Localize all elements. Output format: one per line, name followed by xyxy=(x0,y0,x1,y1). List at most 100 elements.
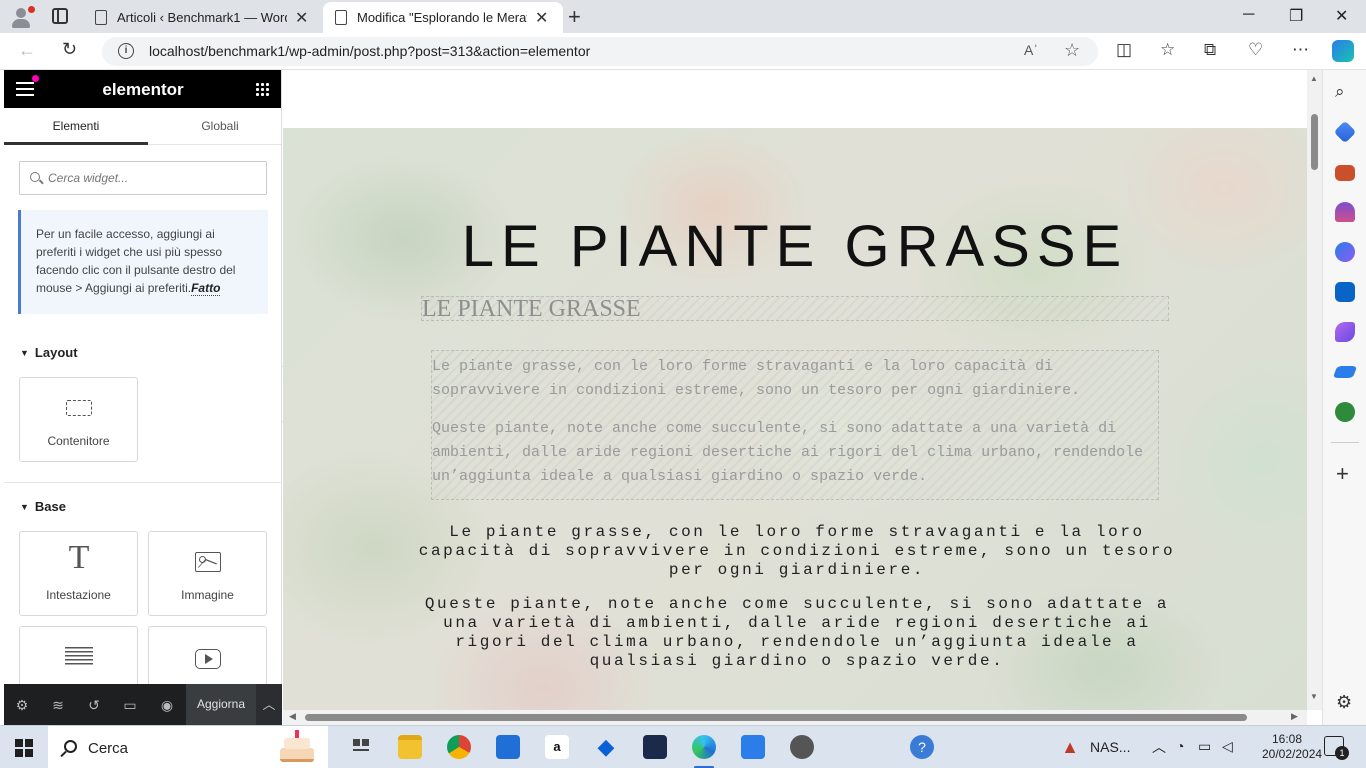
wifi-icon[interactable]: ◔ xyxy=(1176,738,1184,754)
browser-tab-strip: Articoli ‹ Benchmark1 — WordPress ✕ Modi… xyxy=(0,0,1366,33)
scroll-up-icon[interactable]: ▲ xyxy=(1310,74,1318,83)
horizontal-scroll-thumb[interactable] xyxy=(305,714,1247,721)
preview-canvas: LE PIANTE GRASSE LE PIANTE GRASSE Le pia… xyxy=(283,70,1307,710)
widget-contenitore[interactable]: Contenitore xyxy=(19,377,138,462)
mail-icon[interactable] xyxy=(741,735,765,759)
tab-articoli[interactable]: Articoli ‹ Benchmark1 — WordPress ✕ xyxy=(83,2,321,33)
tab-actions-icon[interactable] xyxy=(52,8,68,24)
section-layout-toggle[interactable]: ▼ Layout xyxy=(20,345,78,360)
file-explorer-icon[interactable] xyxy=(398,735,422,759)
elementor-panel: elementor Elementi Globali Per un facile… xyxy=(4,70,282,725)
history-icon[interactable]: ↺ xyxy=(86,697,102,713)
widget-search-input[interactable] xyxy=(48,168,258,188)
sidebar-settings-gear-icon[interactable]: ⚙ xyxy=(1336,692,1352,713)
edge-icon[interactable] xyxy=(692,735,716,759)
shopping-tag-icon[interactable] xyxy=(1333,120,1357,144)
more-menu-icon[interactable]: ⋯ xyxy=(1292,40,1309,60)
maximize-button[interactable]: ❐ xyxy=(1289,6,1303,26)
designer-icon[interactable] xyxy=(1335,322,1355,342)
search-icon[interactable]: ⌕ xyxy=(1335,82,1355,102)
widget-video[interactable] xyxy=(148,626,267,686)
preview-eye-icon[interactable]: ◉ xyxy=(159,697,175,713)
horizontal-scrollbar[interactable]: ◀ ▶ xyxy=(283,710,1307,725)
hero-section[interactable]: LE PIANTE GRASSE LE PIANTE GRASSE Le pia… xyxy=(283,128,1307,710)
birthday-cake-icon[interactable] xyxy=(274,730,320,766)
tree-icon[interactable] xyxy=(1335,402,1355,422)
favorite-star-icon[interactable]: ☆ xyxy=(1064,40,1080,61)
microsoft365-icon[interactable] xyxy=(1335,242,1355,262)
scroll-right-icon[interactable]: ▶ xyxy=(1291,711,1298,722)
show-hidden-icons-chevron-icon[interactable]: ︿ xyxy=(1152,737,1166,757)
section-base-toggle[interactable]: ▼ Base xyxy=(20,499,66,514)
tab-title: Articoli ‹ Benchmark1 — WordPress xyxy=(117,10,287,25)
placeholder-heading[interactable]: LE PIANTE GRASSE xyxy=(421,296,1169,321)
scroll-left-icon[interactable]: ◀ xyxy=(289,711,296,722)
placeholder-paragraph: Le piante grasse, con le loro forme stra… xyxy=(432,358,1081,399)
dropbox-icon[interactable]: ◆ xyxy=(594,735,618,759)
tab-elementi[interactable]: Elementi xyxy=(4,119,148,133)
scroll-down-icon[interactable]: ▼ xyxy=(1310,692,1318,701)
powershell-icon[interactable] xyxy=(643,735,667,759)
windows-start-icon[interactable] xyxy=(15,739,33,757)
placeholder-text[interactable]: Le piante grasse, con le loro forme stra… xyxy=(431,350,1159,500)
copilot-icon[interactable] xyxy=(1332,40,1354,62)
image-icon xyxy=(195,552,221,572)
widgets-grid-icon[interactable] xyxy=(255,82,269,96)
help-icon[interactable]: ? xyxy=(910,735,934,759)
hero-heading[interactable]: LE PIANTE GRASSE xyxy=(283,213,1307,280)
tab-modifica[interactable]: Modifica "Esplorando le Meraviglie ✕ xyxy=(323,2,563,33)
responsive-mode-icon[interactable]: ▭ xyxy=(122,697,138,713)
clock[interactable]: 16:08 20/02/2024 xyxy=(1262,732,1322,762)
task-view-icon[interactable] xyxy=(349,735,373,759)
battery-icon[interactable]: ▭ xyxy=(1198,738,1211,755)
minimize-button[interactable]: ─ xyxy=(1243,6,1254,24)
github-icon[interactable] xyxy=(790,735,814,759)
microsoft-store-icon[interactable] xyxy=(496,735,520,759)
read-aloud-icon[interactable]: Aʾ xyxy=(1024,42,1038,58)
vertical-scroll-thumb[interactable] xyxy=(1311,114,1318,170)
widget-intestazione[interactable]: T Intestazione xyxy=(19,531,138,616)
settings-gear-icon[interactable]: ⚙ xyxy=(14,697,30,713)
outlook-icon[interactable] xyxy=(1335,282,1355,302)
body-paragraph[interactable]: Le piante grasse, con le loro forme stra… xyxy=(411,523,1183,580)
split-screen-icon[interactable]: ◫ xyxy=(1116,40,1132,60)
close-window-button[interactable]: ✕ xyxy=(1335,6,1348,26)
vertical-scrollbar[interactable]: ▲ ▼ xyxy=(1307,70,1322,710)
clock-time: 16:08 xyxy=(1271,732,1303,746)
add-sidebar-app-icon[interactable]: + xyxy=(1336,461,1349,487)
volume-icon[interactable]: ◁ xyxy=(1222,738,1233,755)
chrome-icon[interactable] xyxy=(447,735,471,759)
widget-editor-testo[interactable] xyxy=(19,626,138,686)
update-button[interactable]: Aggiorna xyxy=(186,684,256,725)
profile-avatar-icon[interactable] xyxy=(8,4,35,30)
nas-tray-label[interactable]: NAS... xyxy=(1090,739,1130,755)
panel-tabs: Elementi Globali xyxy=(4,108,281,145)
tools-briefcase-icon[interactable] xyxy=(1335,165,1355,181)
browser-essentials-icon[interactable]: ♡ xyxy=(1248,40,1263,60)
favorites-icon[interactable]: ☆ xyxy=(1160,40,1175,60)
url-field[interactable]: i localhost/benchmark1/wp-admin/post.php… xyxy=(102,37,1098,66)
site-info-icon[interactable]: i xyxy=(118,43,134,59)
tab-close-icon[interactable]: ✕ xyxy=(535,8,548,28)
update-options-chevron-icon[interactable]: ︿ xyxy=(256,684,282,725)
favorites-notice: Per un facile accesso, aggiungi ai prefe… xyxy=(18,210,268,314)
collections-icon[interactable]: ⧉ xyxy=(1204,40,1216,60)
url-text[interactable]: localhost/benchmark1/wp-admin/post.php?p… xyxy=(149,43,590,59)
video-icon xyxy=(195,649,221,669)
tab-globali[interactable]: Globali xyxy=(148,119,292,133)
back-arrow-icon[interactable]: ← xyxy=(18,40,36,61)
widget-search xyxy=(19,161,267,195)
page-icon xyxy=(335,10,347,25)
games-icon[interactable] xyxy=(1335,202,1355,222)
widget-label: Intestazione xyxy=(46,588,111,602)
send-icon[interactable] xyxy=(1332,366,1358,378)
widget-immagine[interactable]: Immagine xyxy=(148,531,267,616)
nas-app-icon[interactable]: ▲ xyxy=(1058,735,1082,759)
notice-done-link[interactable]: Fatto xyxy=(191,281,221,296)
navigator-layers-icon[interactable]: ≋ xyxy=(50,697,66,713)
tab-close-icon[interactable]: ✕ xyxy=(295,8,308,28)
body-paragraph[interactable]: Queste piante, note anche come succulent… xyxy=(411,595,1183,671)
reload-icon[interactable]: ↻ xyxy=(62,39,77,60)
new-tab-button[interactable]: + xyxy=(568,4,581,30)
amazon-icon[interactable]: a xyxy=(545,735,569,759)
